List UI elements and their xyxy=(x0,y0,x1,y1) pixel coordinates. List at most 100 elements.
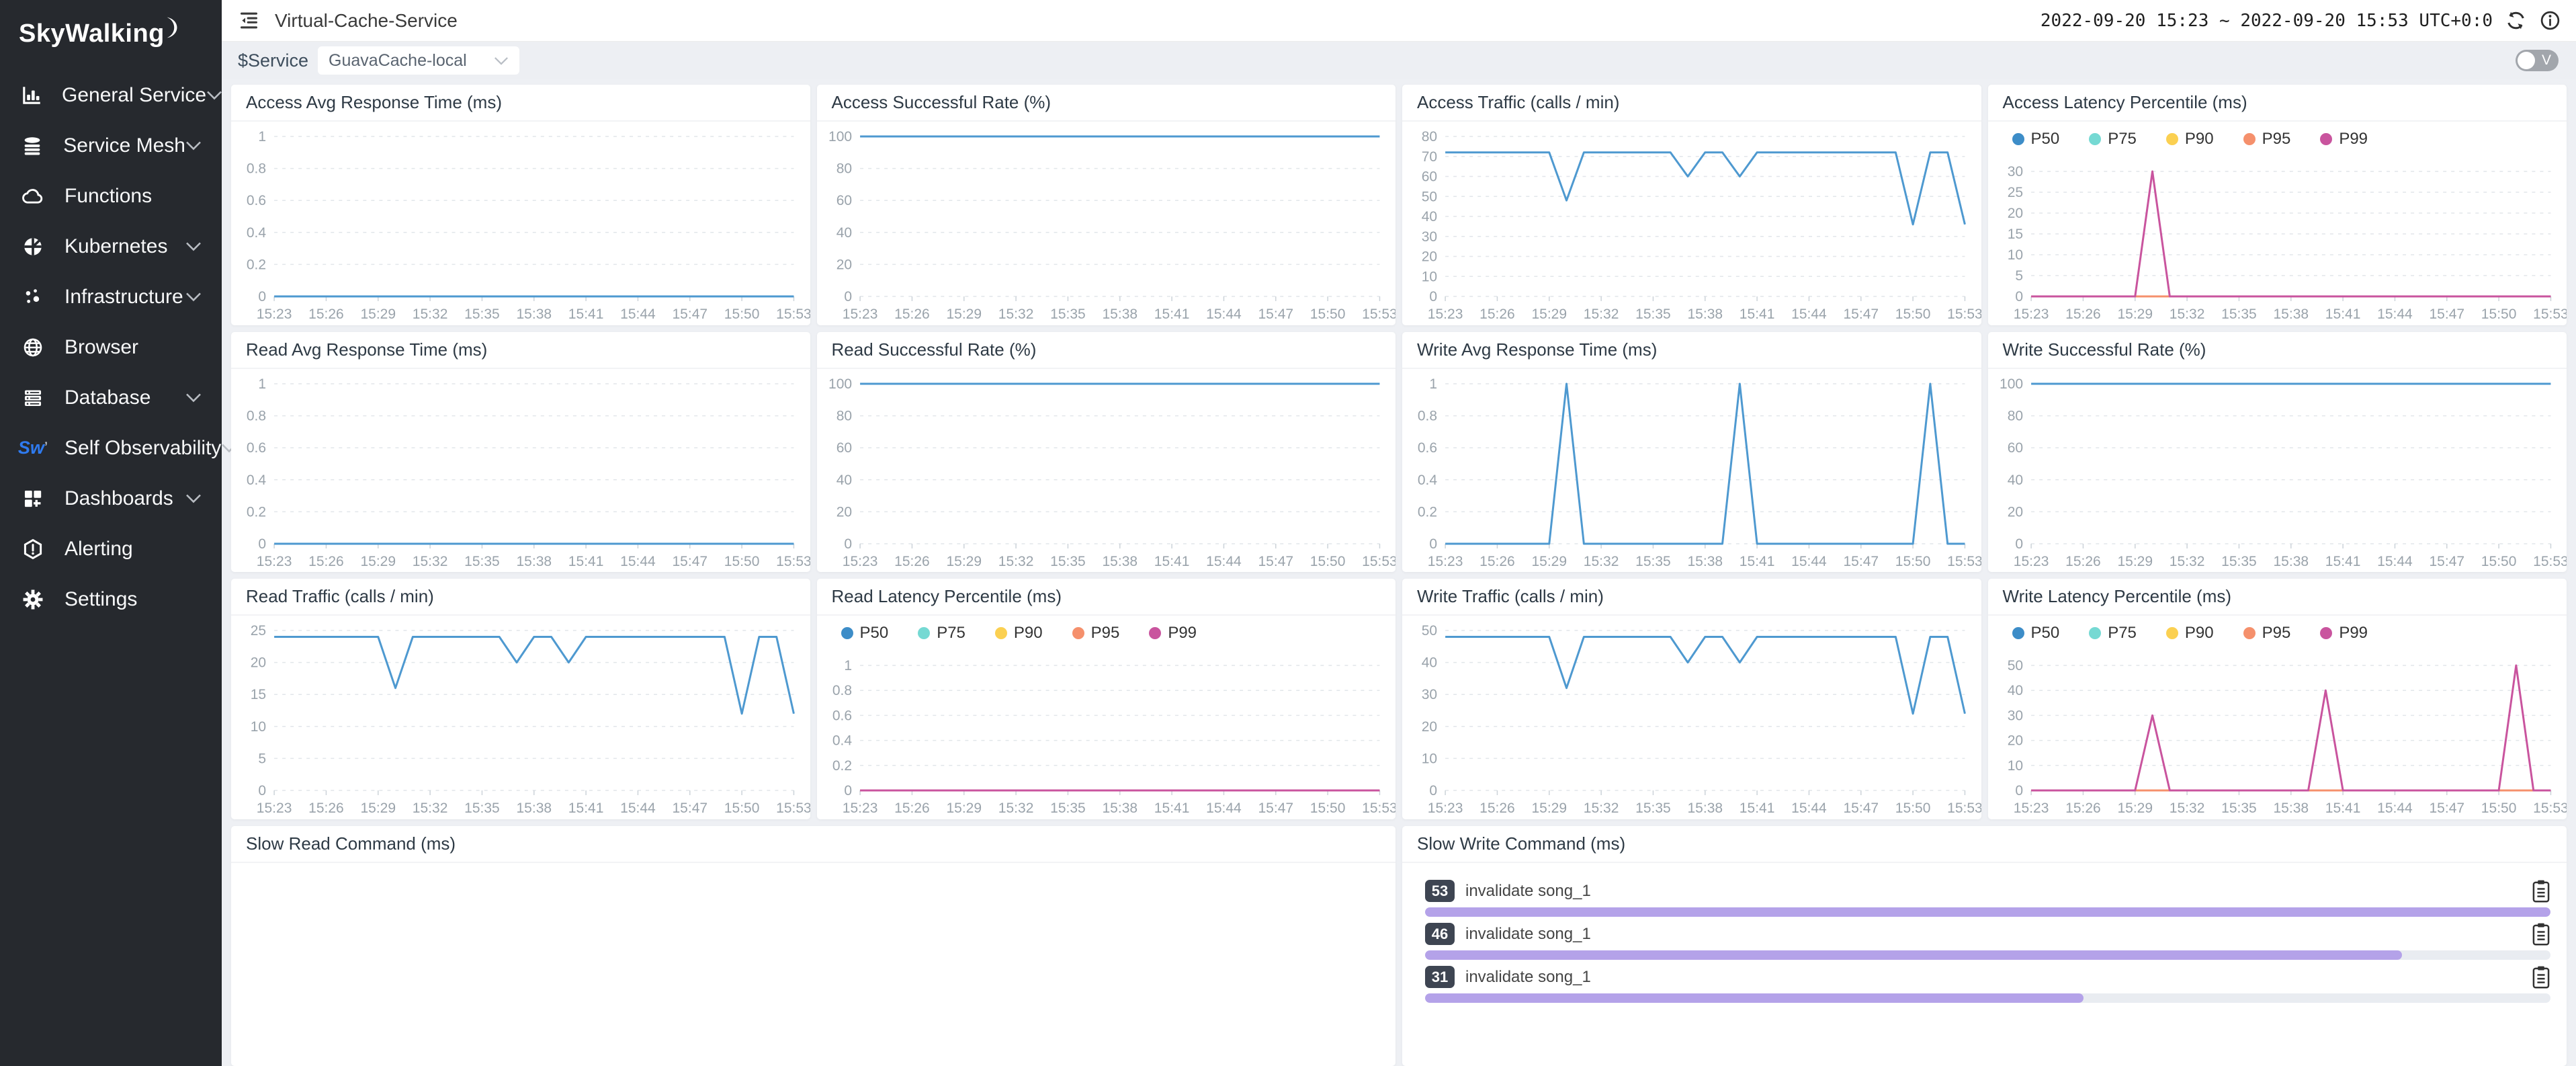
svg-text:09-20: 09-20 xyxy=(1531,571,1568,572)
svg-text:09-20: 09-20 xyxy=(516,818,552,819)
version-toggle[interactable]: V xyxy=(2516,50,2559,71)
svg-text:15:29: 15:29 xyxy=(360,554,396,569)
panel-title: Read Avg Response Time (ms) xyxy=(231,332,810,369)
sidebar-item-alerting[interactable]: Alerting xyxy=(0,524,222,574)
legend-item-p95[interactable]: P95 xyxy=(1072,624,1120,643)
header-right: 2022-09-20 15:23 ~ 2022-09-20 15:53 UTC+… xyxy=(2041,9,2561,32)
panel-title: Write Avg Response Time (ms) xyxy=(1402,332,1981,369)
svg-text:09-20: 09-20 xyxy=(2065,571,2101,572)
legend-item-p90[interactable]: P90 xyxy=(2166,624,2214,643)
svg-text:15:29: 15:29 xyxy=(360,801,396,816)
sidebar-item-settings[interactable]: Settings xyxy=(0,574,222,624)
legend-item-p50[interactable]: P50 xyxy=(2012,624,2060,643)
y-axis: 00.20.40.60.81 xyxy=(832,658,1379,798)
svg-text:15:44: 15:44 xyxy=(1206,306,1242,322)
svg-text:0.4: 0.4 xyxy=(247,472,267,487)
legend-item-p90[interactable]: P90 xyxy=(995,624,1043,643)
clipboard-icon[interactable] xyxy=(2532,922,2550,946)
sidebar-item-browser[interactable]: Browser xyxy=(0,322,222,372)
svg-text:09-20: 09-20 xyxy=(516,571,552,572)
svg-text:40: 40 xyxy=(1422,209,1437,224)
legend-item-p95[interactable]: P95 xyxy=(2243,130,2291,149)
x-axis: 15:2309-2015:2609-2015:2909-2015:3209-20… xyxy=(2013,544,2567,573)
svg-text:10: 10 xyxy=(2007,247,2022,263)
chart-body: 0102030405015:2309-2015:2609-2015:2909-2… xyxy=(1402,616,1981,819)
service-select[interactable]: GuavaCache-local xyxy=(318,46,519,75)
svg-text:09-20: 09-20 xyxy=(308,324,345,325)
panel-read-traffic: Read Traffic (calls / min) 051015202515:… xyxy=(231,579,810,819)
legend-item-p99[interactable]: P99 xyxy=(2320,624,2368,643)
svg-text:15:29: 15:29 xyxy=(946,554,982,569)
sidebar-item-database[interactable]: Database xyxy=(0,372,222,423)
svg-text:25: 25 xyxy=(251,623,266,639)
sidebar-item-general-service[interactable]: General Service xyxy=(0,70,222,120)
legend-dot-icon xyxy=(841,627,853,639)
svg-text:15:50: 15:50 xyxy=(1310,801,1345,816)
svg-text:09-20: 09-20 xyxy=(1947,571,1981,572)
legend-item-p99[interactable]: P99 xyxy=(2320,130,2368,149)
svg-text:15:35: 15:35 xyxy=(1050,306,1086,322)
svg-text:0.6: 0.6 xyxy=(832,708,851,723)
svg-text:15:26: 15:26 xyxy=(2065,554,2101,569)
panel-slow-read-command: Slow Read Command (ms) xyxy=(231,826,1396,1066)
clipboard-icon[interactable] xyxy=(2532,965,2550,989)
chart-legend: P50 P75 P90 P95 P99 xyxy=(817,616,1396,651)
svg-text:0.4: 0.4 xyxy=(832,733,852,749)
svg-text:15:38: 15:38 xyxy=(1102,801,1137,816)
panel-title: Write Successful Rate (%) xyxy=(1988,332,2567,369)
info-icon[interactable] xyxy=(2539,9,2561,32)
svg-text:15:41: 15:41 xyxy=(568,801,604,816)
svg-text:09-20: 09-20 xyxy=(776,571,810,572)
legend-item-p50[interactable]: P50 xyxy=(2012,130,2060,149)
refresh-icon[interactable] xyxy=(2505,9,2527,32)
sidebar-item-kubernetes[interactable]: Kubernetes xyxy=(0,221,222,272)
y-axis: 01020304050 xyxy=(2007,658,2550,798)
legend-item-p90[interactable]: P90 xyxy=(2166,130,2214,149)
sidebar-item-infrastructure[interactable]: Infrastructure xyxy=(0,272,222,322)
clipboard-icon[interactable] xyxy=(2532,879,2550,903)
legend-item-p95[interactable]: P95 xyxy=(2243,624,2291,643)
svg-text:15:38: 15:38 xyxy=(2273,801,2309,816)
svg-text:09-20: 09-20 xyxy=(776,818,810,819)
chart-body: 00.20.40.60.8115:2309-2015:2609-2015:290… xyxy=(231,122,810,325)
svg-text:09-20: 09-20 xyxy=(842,818,878,819)
legend-item-p50[interactable]: P50 xyxy=(841,624,889,643)
svg-text:15:26: 15:26 xyxy=(894,801,930,816)
duration-badge: 46 xyxy=(1425,923,1455,945)
svg-text:15:44: 15:44 xyxy=(1791,801,1827,816)
time-range-picker[interactable]: 2022-09-20 15:23 ~ 2022-09-20 15:53 UTC+… xyxy=(2041,11,2493,31)
legend-item-p75[interactable]: P75 xyxy=(2089,130,2137,149)
svg-text:09-20: 09-20 xyxy=(2325,324,2361,325)
svg-text:15:23: 15:23 xyxy=(1428,801,1463,816)
svg-text:15:32: 15:32 xyxy=(998,306,1033,322)
svg-text:15:53: 15:53 xyxy=(2533,306,2567,322)
command-label: invalidate song_1 xyxy=(1465,882,1591,901)
svg-text:09-20: 09-20 xyxy=(412,571,448,572)
svg-text:09-20: 09-20 xyxy=(724,324,760,325)
svg-text:50: 50 xyxy=(1422,623,1437,639)
svg-text:09-20: 09-20 xyxy=(1310,324,1346,325)
svg-text:0.2: 0.2 xyxy=(247,257,266,272)
sidebar-item-dashboards[interactable]: Dashboards xyxy=(0,473,222,524)
svg-text:60: 60 xyxy=(836,440,851,456)
svg-text:15:41: 15:41 xyxy=(2325,306,2360,322)
legend-item-p75[interactable]: P75 xyxy=(2089,624,2137,643)
panel-write-successful-rate: Write Successful Rate (%) 02040608010015… xyxy=(1988,332,2567,573)
slow-command-list: 53invalidate song_146invalidate song_131… xyxy=(1402,863,2567,1066)
svg-text:15:53: 15:53 xyxy=(776,801,810,816)
x-axis: 15:2309-2015:2609-2015:2909-2015:3209-20… xyxy=(256,296,810,325)
svg-text:0: 0 xyxy=(1429,289,1437,304)
sw-logo-icon: Sw’ xyxy=(20,436,46,461)
legend-item-p99[interactable]: P99 xyxy=(1149,624,1197,643)
sidebar-item-self-observability[interactable]: Sw’Self Observability xyxy=(0,423,222,473)
skywalking-logo[interactable]: SkyWalking xyxy=(0,0,222,67)
svg-text:15:44: 15:44 xyxy=(2377,554,2413,569)
svg-text:09-20: 09-20 xyxy=(1205,324,1242,325)
legend-item-p75[interactable]: P75 xyxy=(918,624,965,643)
svg-text:15:44: 15:44 xyxy=(1791,306,1827,322)
sidebar-item-service-mesh[interactable]: Service Mesh xyxy=(0,120,222,171)
sidebar-item-functions[interactable]: Functions xyxy=(0,171,222,221)
svg-text:09-20: 09-20 xyxy=(2013,818,2049,819)
chevron-down-icon xyxy=(185,292,202,302)
outline-toggle-icon[interactable] xyxy=(238,9,260,32)
